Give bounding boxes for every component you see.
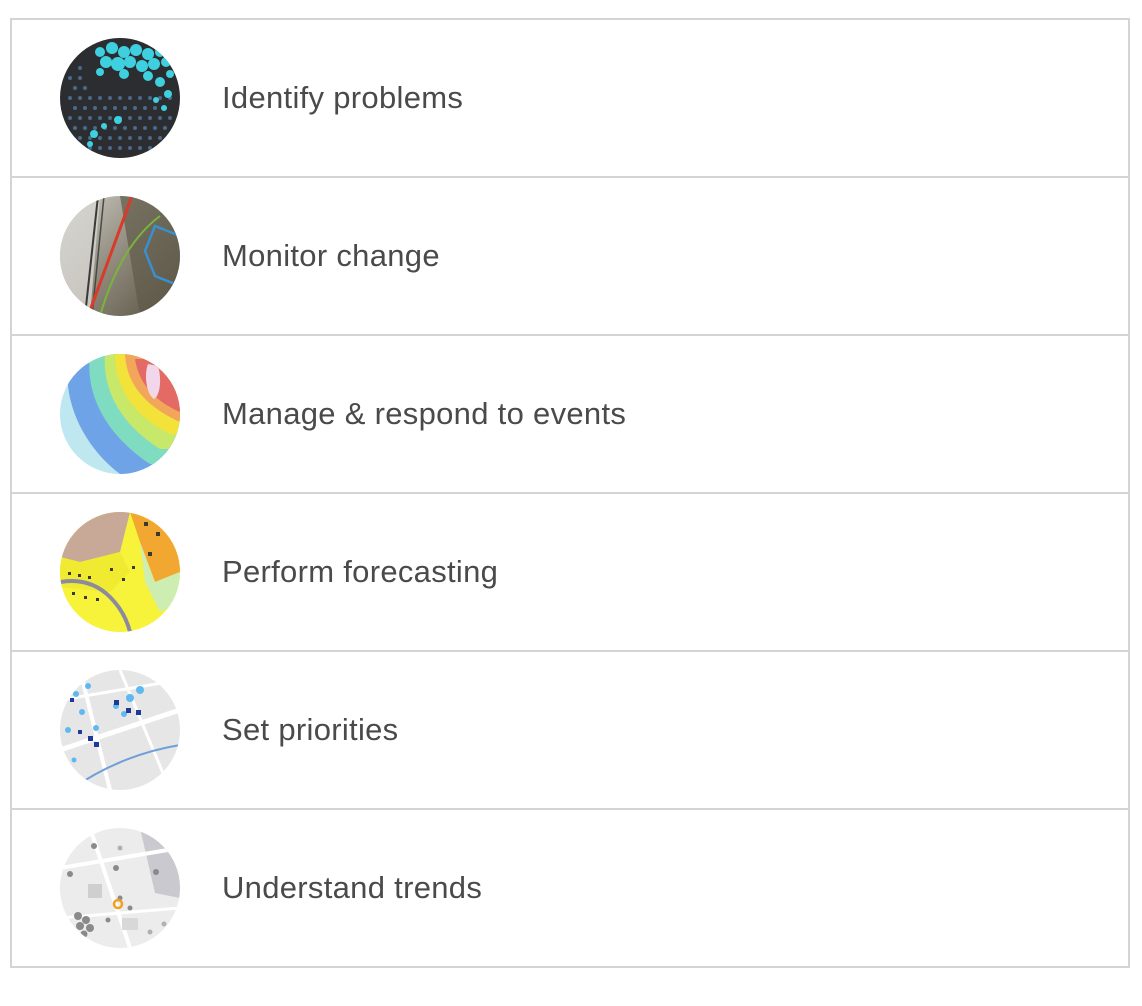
list-item-set-priorities[interactable]: Set priorities — [10, 650, 1130, 810]
list-item-understand-trends[interactable]: Understand trends — [10, 808, 1130, 968]
list-item-perform-forecasting[interactable]: Perform forecasting — [10, 492, 1130, 652]
item-label: Monitor change — [222, 238, 440, 273]
list-item-monitor-change[interactable]: Monitor change — [10, 176, 1130, 336]
heat-zone-map-icon — [60, 354, 180, 474]
item-label: Understand trends — [222, 870, 483, 905]
list-item-manage-respond[interactable]: Manage & respond to events — [10, 334, 1130, 494]
item-label: Identify problems — [222, 80, 464, 115]
capability-list: Identify problems Monitor change Manage … — [10, 18, 1130, 968]
trend-points-map-icon — [60, 828, 180, 948]
item-label: Set priorities — [222, 712, 399, 747]
hexbin-map-icon — [60, 38, 180, 158]
list-item-identify-problems[interactable]: Identify problems — [10, 18, 1130, 178]
land-use-map-icon — [60, 512, 180, 632]
imagery-change-map-icon — [60, 196, 180, 316]
item-label: Perform forecasting — [222, 554, 499, 589]
point-cluster-map-icon — [60, 670, 180, 790]
item-label: Manage & respond to events — [222, 396, 627, 431]
